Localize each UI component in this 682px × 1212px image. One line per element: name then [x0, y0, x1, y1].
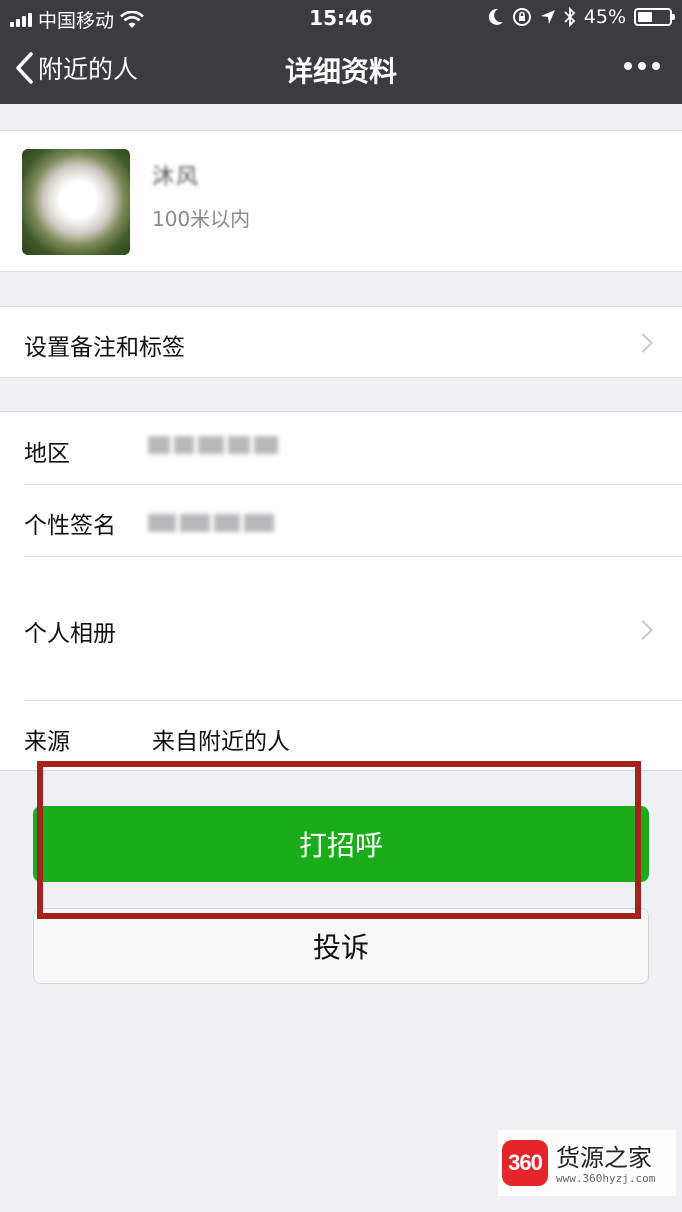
source-value: 来自附近的人 [152, 729, 290, 755]
distance-label: 100米以内 [152, 207, 251, 231]
album-label: 个人相册 [24, 621, 116, 647]
status-right: 45% [488, 6, 675, 28]
report-button[interactable]: 投诉 [33, 908, 649, 984]
avatar[interactable] [22, 149, 130, 255]
divider [24, 484, 682, 485]
battery-icon [634, 8, 675, 26]
page-title: 详细资料 [284, 55, 397, 88]
watermark: 360 货源之家 www.360hyzj.com [498, 1130, 676, 1196]
divider [24, 556, 682, 557]
signature-label: 个性签名 [24, 513, 116, 539]
moon-icon [488, 8, 503, 25]
nickname: 沐风 [152, 165, 201, 190]
battery-level [638, 12, 652, 22]
region-label: 地区 [24, 441, 70, 467]
chevron-right-icon[interactable] [633, 620, 653, 640]
greet-button[interactable]: 打招呼 [33, 806, 649, 882]
battery-percent: 45% [583, 6, 626, 28]
chevron-right-icon [633, 333, 653, 353]
watermark-logo: 360 [502, 1140, 548, 1186]
remark-tags-label: 设置备注和标签 [24, 335, 185, 361]
status-bar: 中国移动 15:46 45% [0, 0, 682, 36]
signature-value-blurred [148, 508, 274, 538]
source-label: 来源 [24, 729, 70, 755]
more-icon[interactable] [624, 62, 660, 70]
nav-bar: 附近的人 详细资料 [0, 36, 682, 104]
watermark-name: 货源之家 [556, 1144, 652, 1172]
profile-card[interactable]: 沐风 100米以内 [0, 130, 682, 272]
remark-tags-row[interactable]: 设置备注和标签 [0, 306, 682, 378]
watermark-url: www.360hyzj.com [556, 1172, 656, 1185]
info-card: 地区 个性签名 个人相册 来源 来自附近的人 [0, 411, 682, 771]
location-icon [540, 10, 555, 24]
bluetooth-icon [564, 7, 576, 27]
rotation-lock-icon [512, 8, 531, 26]
region-value-blurred [148, 430, 278, 460]
divider [24, 700, 682, 701]
